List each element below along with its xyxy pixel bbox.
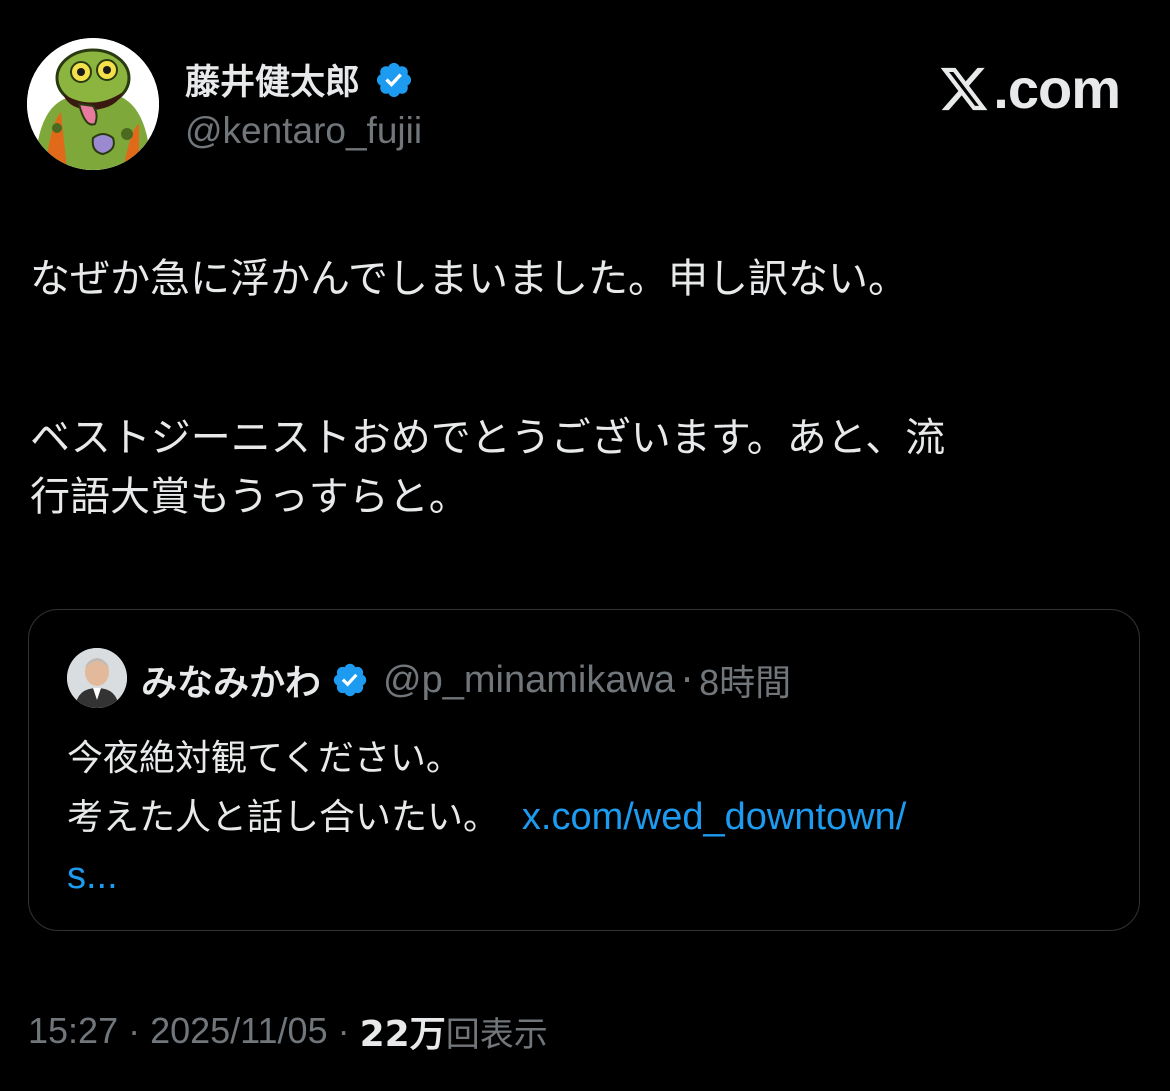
author-display-name[interactable]: 藤井健太郎 bbox=[185, 54, 360, 105]
author-handle[interactable]: @kentaro_fujii bbox=[185, 110, 422, 152]
brand-watermark: .com bbox=[938, 56, 1121, 121]
tweet-line: 行語大賞もうっすらと。 bbox=[30, 474, 469, 520]
quote-handle[interactable]: @p_minamikawa bbox=[383, 659, 675, 702]
tweet-body: なぜか急に浮かんでしまいました。申し訳ない。 ベストジーニストおめでとうございま… bbox=[30, 250, 1140, 527]
tweet-line: なぜか急に浮かんでしまいました。申し訳ない。 bbox=[30, 256, 908, 302]
quoted-tweet-card[interactable]: みなみかわ @p_minamikawa · 8時間 今夜絶対観てください。 考え… bbox=[28, 609, 1140, 931]
person-avatar-icon bbox=[67, 648, 127, 708]
quote-link-continued[interactable]: s... bbox=[67, 855, 118, 897]
author-name-row: 藤井健太郎 bbox=[185, 54, 414, 105]
x-logo-icon bbox=[941, 67, 988, 110]
tweet-date[interactable]: 2025/11/05 bbox=[150, 1010, 328, 1052]
meta-separator: · bbox=[337, 1010, 350, 1051]
quote-display-name[interactable]: みなみかわ bbox=[141, 654, 321, 706]
quote-header: みなみかわ @p_minamikawa · 8時間 bbox=[141, 654, 791, 706]
green-monster-avatar-icon bbox=[27, 38, 159, 170]
quote-body: 今夜絶対観てください。 考えた人と話し合いたい。 x.com/wed_downt… bbox=[67, 730, 1107, 906]
quote-link[interactable]: x.com/wed_downtown/ bbox=[522, 796, 906, 838]
verified-badge-icon bbox=[376, 62, 412, 97]
verified-badge-icon bbox=[333, 663, 367, 697]
brand-label: .com bbox=[993, 57, 1121, 120]
views-count[interactable]: 22万 bbox=[360, 1005, 446, 1057]
quote-line-text: 考えた人と話し合いたい。 bbox=[67, 797, 500, 838]
quote-line: 今夜絶対観てください。 bbox=[67, 738, 462, 779]
meta-separator: · bbox=[128, 1010, 141, 1051]
quote-timestamp[interactable]: 8時間 bbox=[699, 654, 791, 706]
views-label: 回表示 bbox=[445, 1014, 548, 1055]
quote-separator: · bbox=[681, 658, 694, 702]
quote-line: 考えた人と話し合いたい。 x.com/wed_downtown/ bbox=[67, 788, 1107, 847]
tweet-meta: 15:27 · 2025/11/05 · 22万 回表示 bbox=[28, 1005, 548, 1057]
author-avatar[interactable] bbox=[27, 38, 159, 170]
tweet-time[interactable]: 15:27 bbox=[28, 1010, 118, 1052]
tweet-line: ベストジーニストおめでとうございます。あと、流 bbox=[30, 415, 946, 461]
quote-author-avatar[interactable] bbox=[67, 648, 127, 708]
